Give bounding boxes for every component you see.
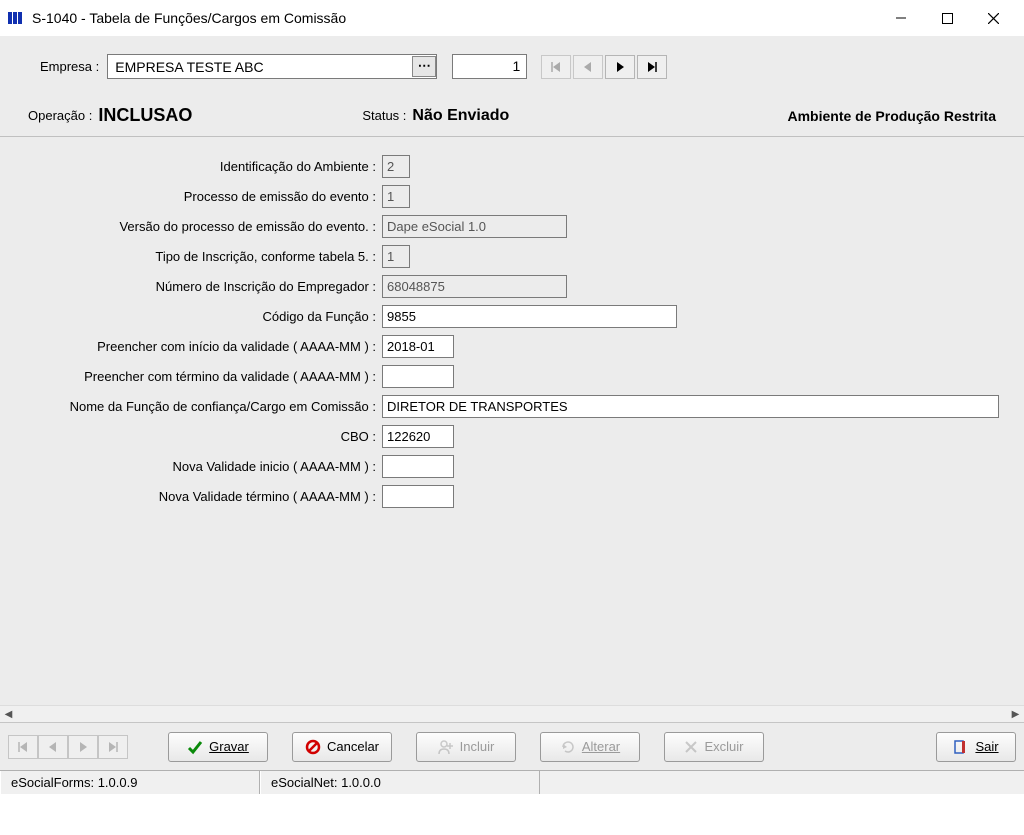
cod-funcao-label: Código da Função : — [0, 309, 382, 324]
bottom-nav-buttons — [8, 735, 128, 759]
status-forms: eSocialForms: 1.0.0.9 — [0, 771, 260, 794]
incluir-label: Incluir — [460, 739, 495, 754]
refresh-icon — [560, 739, 576, 755]
environment-label: Ambiente de Produção Restrita — [788, 108, 997, 124]
status-line: Operação : INCLUSAO Status : Não Enviado… — [0, 91, 1024, 137]
empresa-field[interactable] — [107, 54, 437, 79]
nome-funcao-input[interactable] — [382, 395, 999, 418]
incluir-button[interactable]: Incluir — [416, 732, 516, 762]
nova-fim-input[interactable] — [382, 485, 454, 508]
bnav-prev[interactable] — [38, 735, 68, 759]
scroll-right-icon[interactable]: ▶ — [1007, 706, 1024, 723]
x-icon — [684, 740, 698, 754]
horizontal-scrollbar[interactable]: ◀ ▶ — [0, 705, 1024, 722]
sair-label: Sair — [975, 739, 998, 754]
operacao-value: INCLUSAO — [98, 105, 192, 126]
ident-amb-label: Identificação do Ambiente : — [0, 159, 382, 174]
empresa-lookup-button[interactable]: ⋯ — [412, 56, 436, 77]
window-title: S-1040 - Tabela de Funções/Cargos em Com… — [32, 10, 346, 26]
gravar-button[interactable]: Gravar — [168, 732, 268, 762]
operacao-label: Operação : — [28, 108, 92, 123]
cancelar-button[interactable]: Cancelar — [292, 732, 392, 762]
fim-validade-label: Preencher com término da validade ( AAAA… — [0, 369, 382, 384]
exit-icon — [953, 739, 969, 755]
tipo-inscr-input — [382, 245, 410, 268]
nova-ini-input[interactable] — [382, 455, 454, 478]
app-icon — [6, 9, 24, 27]
fim-validade-input[interactable] — [382, 365, 454, 388]
proc-emissao-label: Processo de emissão do evento : — [0, 189, 382, 204]
nav-prev-button[interactable] — [573, 55, 603, 79]
empresa-row: Empresa : ⋯ 1 — [0, 36, 1024, 91]
minimize-button[interactable] — [878, 3, 924, 33]
nav-first-button[interactable] — [541, 55, 571, 79]
record-nav-buttons — [541, 55, 667, 79]
num-inscr-input — [382, 275, 567, 298]
num-inscr-label: Número de Inscrição do Empregador : — [0, 279, 382, 294]
bnav-first[interactable] — [8, 735, 38, 759]
ver-proc-label: Versão do processo de emissão do evento.… — [0, 219, 382, 234]
form-area: Identificação do Ambiente : Processo de … — [0, 137, 1024, 511]
bnav-next[interactable] — [68, 735, 98, 759]
client-area: Empresa : ⋯ 1 Operação : INCLUSAO Status… — [0, 36, 1024, 770]
empresa-input[interactable] — [113, 58, 431, 76]
nav-next-button[interactable] — [605, 55, 635, 79]
sair-button[interactable]: Sair — [936, 732, 1016, 762]
cbo-label: CBO : — [0, 429, 382, 444]
proc-emissao-input — [382, 185, 410, 208]
ver-proc-input — [382, 215, 567, 238]
alterar-button[interactable]: Alterar — [540, 732, 640, 762]
ini-validade-input[interactable] — [382, 335, 454, 358]
nav-last-button[interactable] — [637, 55, 667, 79]
tipo-inscr-label: Tipo de Inscrição, conforme tabela 5. : — [0, 249, 382, 264]
statusbar: eSocialForms: 1.0.0.9 eSocialNet: 1.0.0.… — [0, 770, 1024, 794]
titlebar: S-1040 - Tabela de Funções/Cargos em Com… — [0, 0, 1024, 36]
ident-amb-input — [382, 155, 410, 178]
ini-validade-label: Preencher com início da validade ( AAAA-… — [0, 339, 382, 354]
status-label: Status : — [362, 108, 406, 123]
excluir-label: Excluir — [704, 739, 743, 754]
excluir-button[interactable]: Excluir — [664, 732, 764, 762]
button-bar: Gravar Cancelar Incluir Alterar Excluir … — [0, 722, 1024, 770]
cbo-input[interactable] — [382, 425, 454, 448]
check-icon — [187, 739, 203, 755]
maximize-button[interactable] — [924, 3, 970, 33]
close-button[interactable] — [970, 3, 1016, 33]
gravar-label: Gravar — [209, 739, 249, 754]
nova-ini-label: Nova Validade inicio ( AAAA-MM ) : — [0, 459, 382, 474]
status-value: Não Enviado — [412, 107, 509, 125]
nome-funcao-label: Nome da Função de confiança/Cargo em Com… — [0, 399, 382, 414]
empresa-label: Empresa : — [40, 59, 99, 74]
bnav-last[interactable] — [98, 735, 128, 759]
person-plus-icon — [438, 739, 454, 755]
cancel-icon — [305, 739, 321, 755]
record-number-field[interactable]: 1 — [452, 54, 527, 79]
nova-fim-label: Nova Validade término ( AAAA-MM ) : — [0, 489, 382, 504]
scroll-left-icon[interactable]: ◀ — [0, 706, 17, 723]
cod-funcao-input[interactable] — [382, 305, 677, 328]
alterar-label: Alterar — [582, 739, 620, 754]
cancelar-label: Cancelar — [327, 739, 379, 754]
status-net: eSocialNet: 1.0.0.0 — [260, 771, 540, 794]
